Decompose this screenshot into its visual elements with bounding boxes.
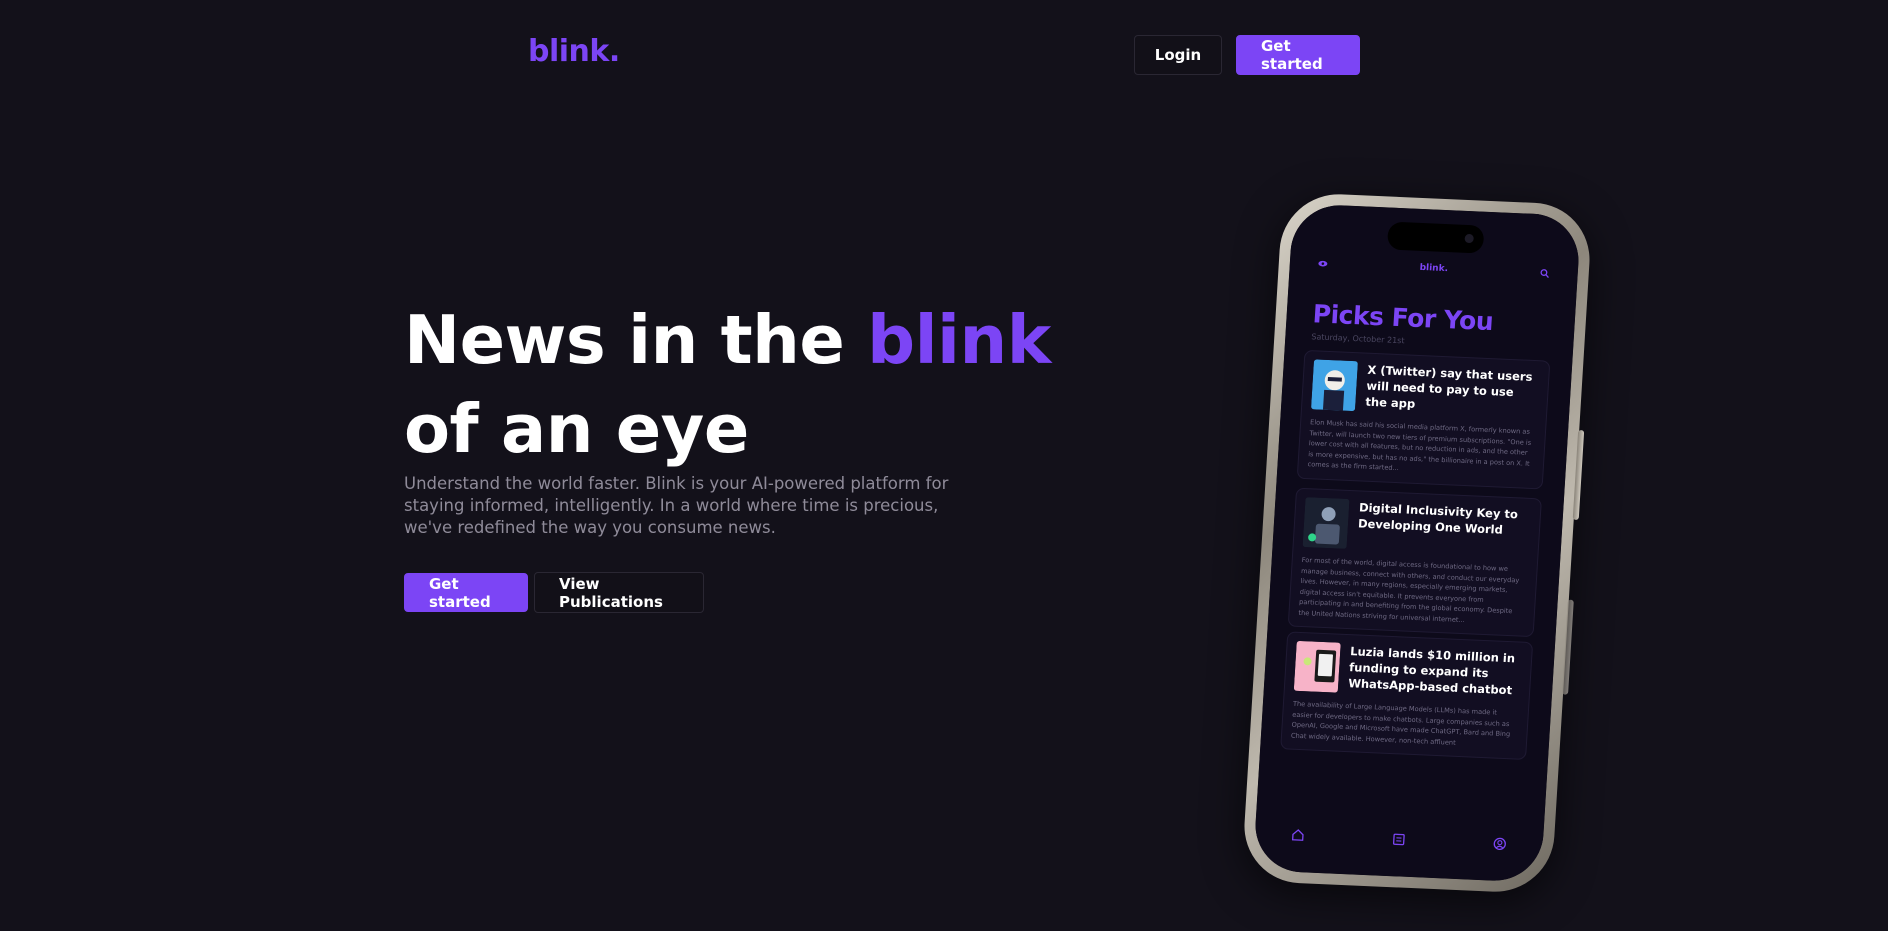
app-tab-bar (1291, 828, 1508, 851)
picks-title: Picks For You (1311, 299, 1495, 337)
app-screen: blink. Picks For You Saturday, October 2… (1252, 203, 1582, 883)
portrait-icon (1310, 359, 1358, 412)
news-icon[interactable] (1391, 832, 1406, 847)
eye-icon[interactable] (1318, 258, 1329, 268)
picks-date: Saturday, October 21st (1311, 332, 1405, 346)
chatbot-icon (1293, 640, 1341, 693)
hero-title: News in the blink of an eye (404, 296, 1051, 474)
article-body: For most of the world, digital access is… (1298, 555, 1520, 624)
app-logo: blink. (1419, 262, 1449, 275)
profile-icon[interactable] (1492, 837, 1507, 852)
app-top-bar: blink. (1318, 258, 1550, 278)
article-body: Elon Musk has said his social media plat… (1307, 418, 1532, 473)
hero-cta-group: Get started View Publications (404, 572, 704, 613)
home-icon[interactable] (1291, 828, 1306, 843)
login-button[interactable]: Login (1134, 35, 1222, 75)
network-icon (1302, 497, 1350, 549)
header-nav: Login Get started (1134, 35, 1360, 75)
article-title: X (Twitter) say that users will need to … (1365, 362, 1533, 411)
article-body: The availability of Large Language Model… (1290, 699, 1511, 747)
search-icon[interactable] (1539, 268, 1550, 278)
hero-title-line2: of an eye (404, 390, 749, 468)
article-title: Digital Inclusivity Key to Developing On… (1357, 500, 1519, 537)
phone-screen: blink. Picks For You Saturday, October 2… (1252, 203, 1582, 883)
article-card[interactable]: Digital Inclusivity Key to Developing On… (1287, 487, 1542, 638)
header-get-started-button[interactable]: Get started (1236, 35, 1360, 75)
article-card[interactable]: X (Twitter) say that users will need to … (1296, 349, 1551, 489)
view-publications-button[interactable]: View Publications (534, 572, 704, 613)
article-title: Luzia lands $10 million in funding to ex… (1347, 644, 1516, 698)
hero-get-started-button[interactable]: Get started (404, 573, 528, 612)
brand-logo[interactable]: blink. (528, 34, 620, 69)
hero-title-prefix: News in the (404, 301, 868, 379)
phone-mockup: blink. Picks For You Saturday, October 2… (1241, 191, 1593, 895)
hero-subtitle: Understand the world faster. Blink is yo… (404, 474, 949, 537)
hero-title-accent: blink (867, 301, 1051, 379)
landing-page: blink. Login Get started News in the bli… (0, 0, 1888, 931)
dynamic-island (1386, 221, 1485, 254)
article-card[interactable]: Luzia lands $10 million in funding to ex… (1280, 631, 1534, 760)
